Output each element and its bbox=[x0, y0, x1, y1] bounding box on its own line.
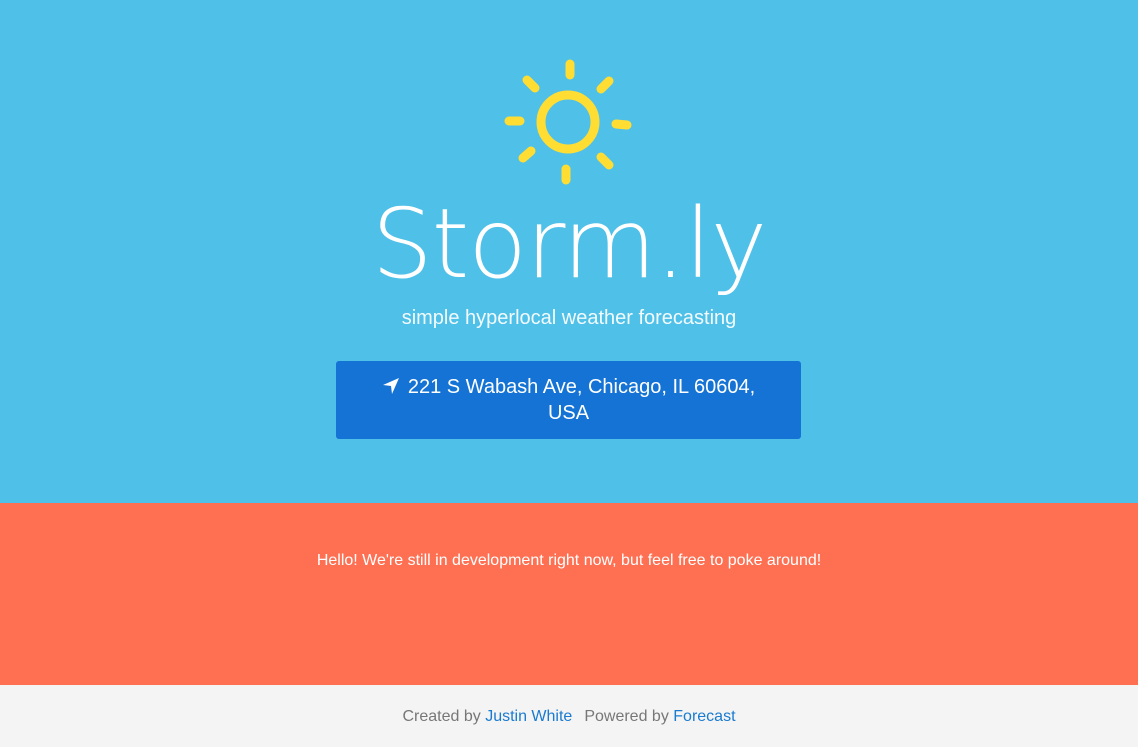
powered-by-text: Powered by bbox=[584, 708, 669, 725]
sun-icon bbox=[504, 59, 632, 185]
footer-credits: Created by Justin White Powered by Foreca… bbox=[0, 707, 1138, 727]
location-arrow-icon bbox=[382, 378, 399, 394]
app-tagline: simple hyperlocal weather forecasting bbox=[401, 307, 737, 329]
footer: Created by Justin White Powered by Foreca… bbox=[0, 685, 1138, 747]
development-notice: Hello! We're still in development right … bbox=[0, 503, 1138, 685]
notice-message: Hello! We're still in development right … bbox=[316, 552, 822, 569]
author-link[interactable]: Justin White bbox=[485, 708, 572, 725]
forecast-link[interactable]: Forecast bbox=[673, 708, 735, 725]
hero-section: Storm.ly simple hyperlocal weather forec… bbox=[0, 0, 1138, 503]
location-button[interactable]: 221 S Wabash Ave, Chicago, IL 60604, USA bbox=[336, 361, 801, 439]
app-logo-title: Storm.ly bbox=[371, 188, 768, 300]
created-by-text: Created by bbox=[402, 708, 481, 725]
location-label: 221 S Wabash Ave, Chicago, IL 60604, USA bbox=[407, 376, 756, 424]
